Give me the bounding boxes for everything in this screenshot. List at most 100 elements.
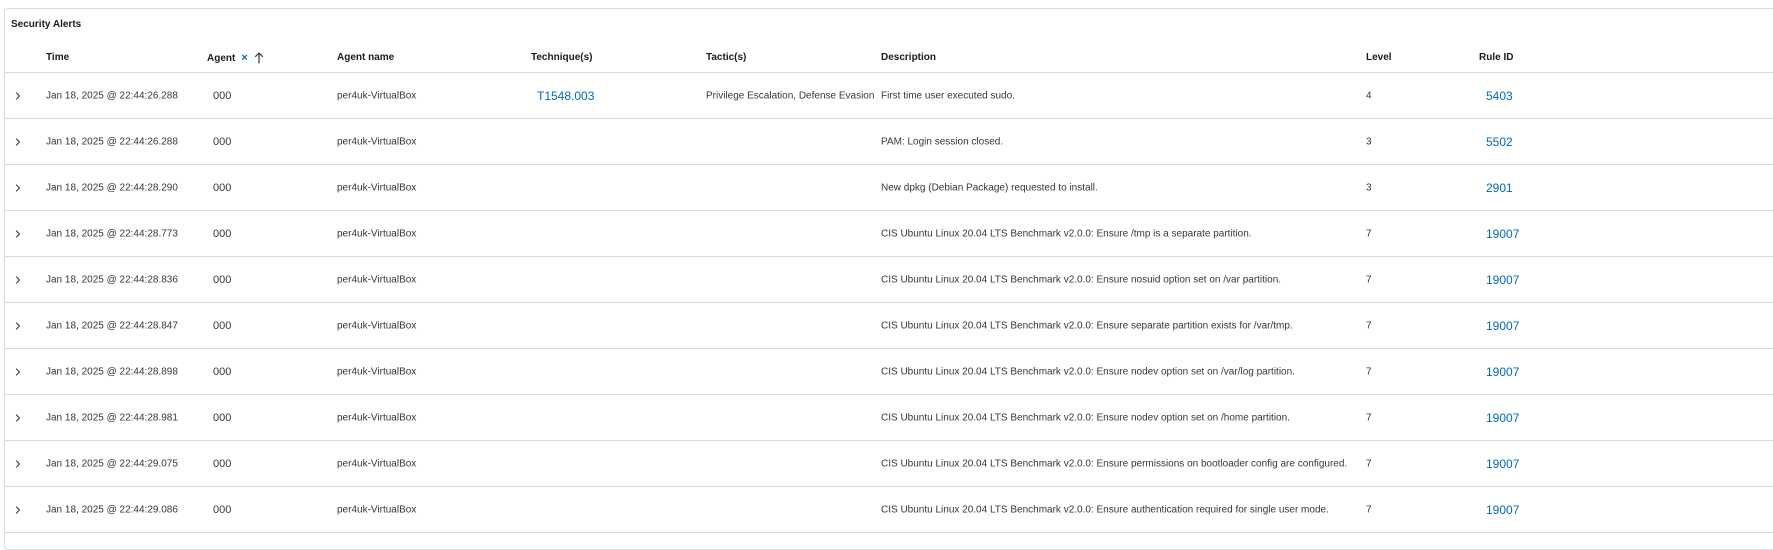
chevron-right-icon[interactable] [12, 90, 24, 102]
cell-agent[interactable]: 000 [213, 504, 231, 516]
chevron-right-icon[interactable] [12, 412, 24, 424]
column-header-tactics[interactable]: Tactic(s) [706, 52, 746, 63]
cell-agent-name: per4uk-VirtualBox [337, 504, 417, 515]
cell-agent-name: per4uk-VirtualBox [337, 90, 417, 101]
cell-level: 7 [1366, 228, 1372, 239]
chevron-right-icon[interactable] [12, 274, 24, 286]
panel-title: Security Alerts [11, 19, 82, 30]
cell-description: First time user executed sudo. [881, 90, 1015, 101]
column-label-description: Description [881, 52, 937, 63]
column-header-techniques[interactable]: Technique(s) [531, 52, 592, 63]
table-body: Jan 18, 2025 @ 22:44:26.288 000 per4uk-V… [5, 73, 1773, 533]
security-alerts-panel: Security Alerts Time Agent × Agent name … [4, 8, 1773, 550]
cell-time: Jan 18, 2025 @ 22:44:29.075 [46, 458, 178, 469]
column-label-time: Time [46, 52, 70, 63]
table-row[interactable]: Jan 18, 2025 @ 22:44:28.290 000 per4uk-V… [5, 165, 1773, 211]
table-header: Time Agent × Agent name Technique(s) Tac… [5, 45, 1773, 73]
cell-agent[interactable]: 000 [213, 274, 231, 286]
close-icon[interactable]: × [241, 52, 247, 64]
cell-rule-id-link[interactable]: 19007 [1486, 503, 1519, 517]
cell-time: Jan 18, 2025 @ 22:44:28.847 [46, 320, 178, 331]
column-label-level: Level [1366, 52, 1392, 63]
cell-time: Jan 18, 2025 @ 22:44:28.773 [46, 228, 178, 239]
chevron-right-icon[interactable] [12, 228, 24, 240]
column-header-description[interactable]: Description [881, 52, 936, 63]
cell-agent[interactable]: 000 [213, 228, 231, 240]
cell-time: Jan 18, 2025 @ 22:44:26.288 [46, 136, 178, 147]
cell-rule-id-link[interactable]: 19007 [1486, 319, 1519, 333]
table-row[interactable]: Jan 18, 2025 @ 22:44:28.981 000 per4uk-V… [5, 395, 1773, 441]
table-row[interactable]: Jan 18, 2025 @ 22:44:29.086 000 per4uk-V… [5, 487, 1773, 533]
cell-rule-id-link[interactable]: 5403 [1486, 89, 1513, 103]
column-label-agent: Agent [207, 52, 236, 64]
cell-level: 7 [1366, 458, 1372, 469]
chevron-right-icon[interactable] [12, 320, 24, 332]
column-header-time[interactable]: Time [46, 52, 69, 63]
cell-time: Jan 18, 2025 @ 22:44:28.836 [46, 274, 178, 285]
table-row[interactable]: Jan 18, 2025 @ 22:44:28.836 000 per4uk-V… [5, 257, 1773, 303]
cell-rule-id-link[interactable]: 19007 [1486, 457, 1519, 471]
cell-agent-name: per4uk-VirtualBox [337, 366, 417, 377]
cell-rule-id-link[interactable]: 5502 [1486, 135, 1513, 149]
cell-description: CIS Ubuntu Linux 20.04 LTS Benchmark v2.… [881, 504, 1329, 515]
cell-level: 3 [1366, 182, 1372, 193]
chevron-right-icon[interactable] [12, 504, 24, 516]
table-row[interactable]: Jan 18, 2025 @ 22:44:29.075 000 per4uk-V… [5, 441, 1773, 487]
cell-description: CIS Ubuntu Linux 20.04 LTS Benchmark v2.… [881, 274, 1282, 285]
chevron-right-icon[interactable] [12, 136, 24, 148]
cell-rule-id-link[interactable]: 2901 [1486, 181, 1513, 195]
column-label-rule-id: Rule ID [1479, 52, 1514, 63]
cell-rule-id-link[interactable]: 19007 [1486, 411, 1519, 425]
column-header-rule-id[interactable]: Rule ID [1479, 52, 1513, 63]
column-label-techniques: Technique(s) [531, 52, 593, 63]
cell-time: Jan 18, 2025 @ 22:44:29.086 [46, 504, 178, 515]
cell-level: 7 [1366, 504, 1372, 515]
cell-description: New dpkg (Debian Package) requested to i… [881, 182, 1098, 193]
column-label-agent-name: Agent name [337, 52, 395, 63]
column-header-agent-name[interactable]: Agent name [337, 52, 394, 63]
cell-level: 3 [1366, 136, 1372, 147]
cell-time: Jan 18, 2025 @ 22:44:26.288 [46, 90, 178, 101]
table-row[interactable]: Jan 18, 2025 @ 22:44:28.898 000 per4uk-V… [5, 349, 1773, 395]
cell-level: 7 [1366, 274, 1372, 285]
cell-agent[interactable]: 000 [213, 136, 231, 148]
table-row[interactable]: Jan 18, 2025 @ 22:44:26.288 000 per4uk-V… [5, 73, 1773, 119]
cell-level: 4 [1366, 90, 1372, 101]
cell-agent-name: per4uk-VirtualBox [337, 320, 417, 331]
cell-agent-name: per4uk-VirtualBox [337, 182, 417, 193]
cell-agent-name: per4uk-VirtualBox [337, 274, 417, 285]
cell-description: CIS Ubuntu Linux 20.04 LTS Benchmark v2.… [881, 366, 1295, 377]
cell-agent[interactable]: 000 [213, 366, 231, 378]
cell-description: PAM: Login session closed. [881, 136, 1004, 147]
cell-agent-name: per4uk-VirtualBox [337, 458, 417, 469]
cell-agent[interactable]: 000 [213, 320, 231, 332]
cell-agent[interactable]: 000 [213, 412, 231, 424]
cell-agent-name: per4uk-VirtualBox [337, 412, 417, 423]
cell-agent[interactable]: 000 [213, 182, 231, 194]
table-row[interactable]: Jan 18, 2025 @ 22:44:28.847 000 per4uk-V… [5, 303, 1773, 349]
table-row[interactable]: Jan 18, 2025 @ 22:44:28.773 000 per4uk-V… [5, 211, 1773, 257]
cell-agent-name: per4uk-VirtualBox [337, 136, 417, 147]
cell-description: CIS Ubuntu Linux 20.04 LTS Benchmark v2.… [881, 458, 1348, 469]
cell-rule-id-link[interactable]: 19007 [1486, 273, 1519, 287]
column-header-agent[interactable]: Agent × [207, 52, 264, 64]
cell-description: CIS Ubuntu Linux 20.04 LTS Benchmark v2.… [881, 412, 1290, 423]
cell-level: 7 [1366, 412, 1372, 423]
chevron-right-icon[interactable] [12, 182, 24, 194]
cell-agent[interactable]: 000 [213, 90, 231, 102]
cell-tactic: Privilege Escalation, Defense Evasion [706, 90, 875, 101]
cell-agent[interactable]: 000 [213, 458, 231, 470]
cell-rule-id-link[interactable]: 19007 [1486, 365, 1519, 379]
cell-time: Jan 18, 2025 @ 22:44:28.898 [46, 366, 178, 377]
cell-technique-link[interactable]: T1548.003 [537, 89, 594, 103]
cell-time: Jan 18, 2025 @ 22:44:28.981 [46, 412, 178, 423]
chevron-right-icon[interactable] [12, 366, 24, 378]
chevron-right-icon[interactable] [12, 458, 24, 470]
cell-description: CIS Ubuntu Linux 20.04 LTS Benchmark v2.… [881, 320, 1293, 331]
alerts-table: Time Agent × Agent name Technique(s) Tac… [5, 45, 1773, 533]
column-header-level[interactable]: Level [1366, 52, 1392, 63]
cell-rule-id-link[interactable]: 19007 [1486, 227, 1519, 241]
arrow-up-icon[interactable] [254, 52, 264, 64]
table-row[interactable]: Jan 18, 2025 @ 22:44:26.288 000 per4uk-V… [5, 119, 1773, 165]
cell-level: 7 [1366, 366, 1372, 377]
